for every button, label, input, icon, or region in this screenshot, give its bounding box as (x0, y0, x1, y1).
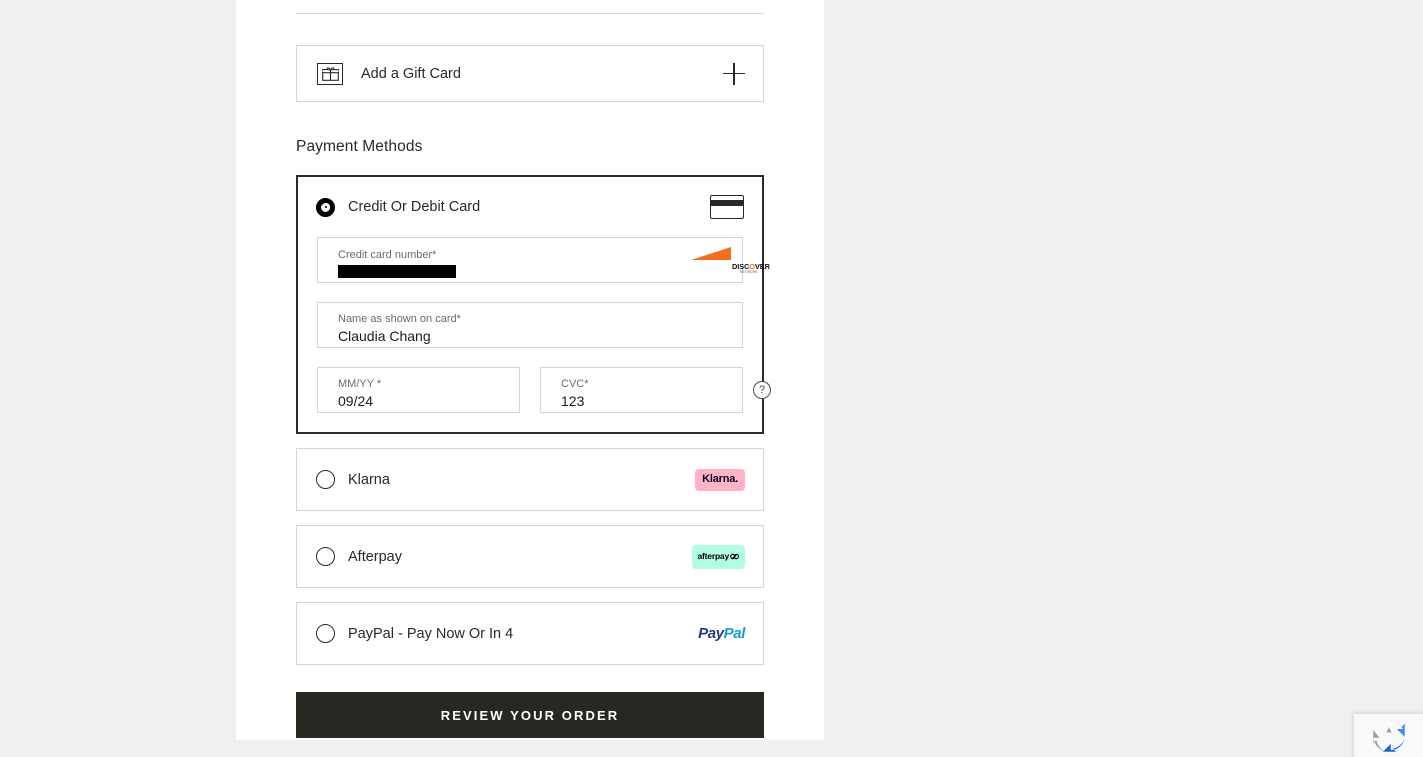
radio-klarna[interactable] (316, 470, 335, 489)
payment-method-header-credit-debit-card[interactable]: Credit Or Debit Card (298, 177, 762, 237)
credit-card-icon (710, 195, 744, 219)
radio-credit-debit-card[interactable] (316, 197, 335, 217)
checkout-content-panel: Add a Gift Card Payment Methods Credit O… (236, 0, 824, 740)
credit-card-form: Credit card number* DISCOVER NETWORK (298, 237, 771, 432)
expiry-field[interactable]: MM/YY * 09/24 (317, 367, 520, 413)
review-your-order-button[interactable]: Review Your Order (296, 692, 764, 738)
payment-methods-heading: Payment Methods (296, 138, 423, 155)
expiry-label: MM/YY * (338, 377, 382, 390)
payment-method-label-paypal: PayPal - Pay Now Or In 4 (348, 625, 514, 642)
radio-paypal[interactable] (316, 624, 335, 643)
payment-method-klarna[interactable]: Klarna Klarna. (296, 448, 764, 511)
gift-card-icon (317, 62, 343, 85)
payment-method-header-klarna[interactable]: Klarna Klarna. (297, 449, 763, 510)
radio-afterpay[interactable] (316, 547, 335, 566)
recaptcha-badge[interactable] (1353, 713, 1423, 757)
checkout-page: Add a Gift Card Payment Methods Credit O… (0, 0, 1423, 757)
credit-card-number-label: Credit card number* (338, 249, 437, 262)
klarna-logo: Klarna. (695, 468, 745, 491)
payment-method-label-credit-debit-card: Credit Or Debit Card (348, 199, 481, 215)
credit-card-number-value-redacted (338, 264, 456, 278)
payment-method-label-klarna: Klarna (348, 471, 390, 488)
payment-column: Add a Gift Card Payment Methods Credit O… (296, 0, 771, 738)
afterpay-logo: afterpay (691, 544, 745, 569)
payment-method-header-paypal[interactable]: PayPal - Pay Now Or In 4 PayPal (297, 603, 763, 664)
cardholder-name-field[interactable]: Name as shown on card* Claudia Chang (317, 302, 743, 348)
payment-method-paypal[interactable]: PayPal - Pay Now Or In 4 PayPal (296, 602, 764, 665)
cvc-help-icon[interactable]: ? (753, 381, 771, 399)
expiry-value: 09/24 (338, 393, 374, 409)
paypal-logo: PayPal (698, 625, 745, 642)
payment-method-afterpay[interactable]: Afterpay afterpay (296, 525, 764, 588)
credit-card-number-field[interactable]: Credit card number* DISCOVER NETWORK (317, 237, 770, 283)
payment-methods-list: Credit Or Debit Card Credit card number*… (296, 175, 771, 665)
cvc-value: 123 (561, 393, 585, 409)
cardholder-name-label: Name as shown on card* (338, 312, 461, 325)
cvc-field[interactable]: CVC* 123 ? (540, 367, 771, 413)
recaptcha-icon (1372, 719, 1405, 752)
cardholder-name-value: Claudia Chang (338, 328, 431, 344)
payment-method-label-afterpay: Afterpay (348, 548, 402, 565)
add-gift-card-row[interactable]: Add a Gift Card (296, 45, 764, 102)
cvc-label: CVC* (561, 377, 589, 390)
payment-method-credit-debit-card[interactable]: Credit Or Debit Card Credit card number*… (296, 175, 771, 434)
add-gift-card-label: Add a Gift Card (361, 65, 461, 82)
plus-icon[interactable] (723, 62, 745, 85)
expiry-cvc-row: MM/YY * 09/24 CVC* 123 ? (317, 367, 771, 413)
payment-method-header-afterpay[interactable]: Afterpay afterpay (297, 526, 763, 587)
